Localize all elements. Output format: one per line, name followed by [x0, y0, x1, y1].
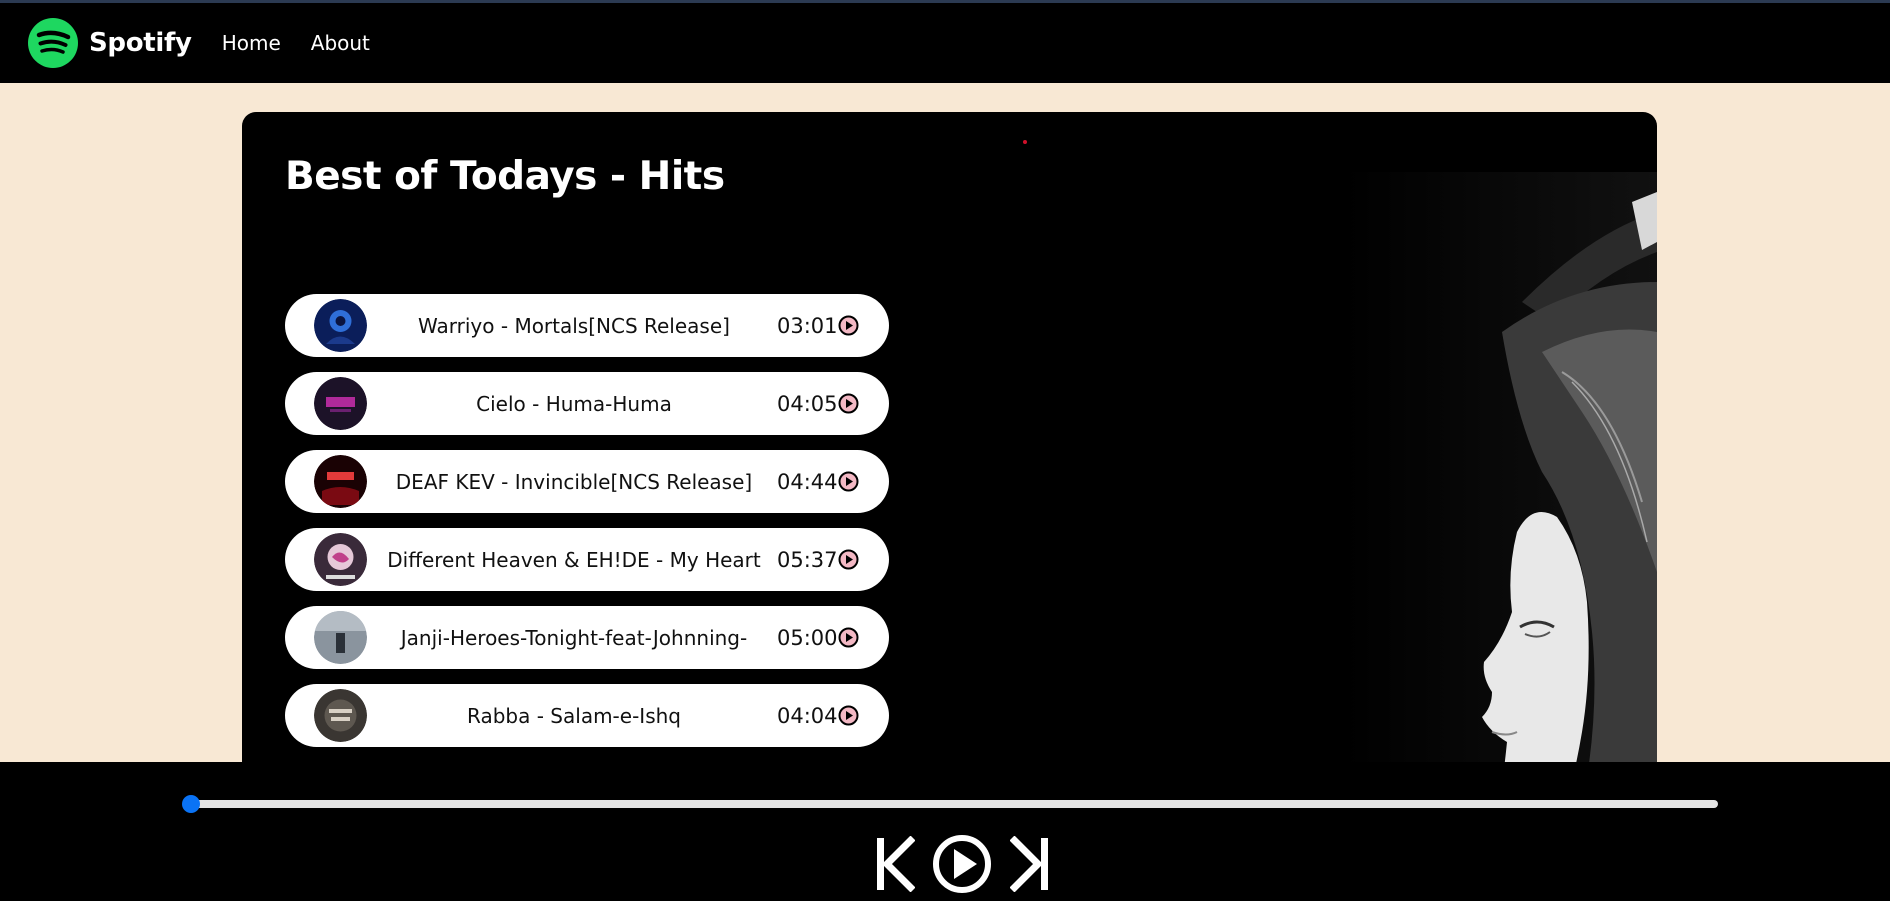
song-duration: 05:37	[777, 547, 838, 572]
song-cover-image	[314, 377, 367, 430]
song-item[interactable]: Different Heaven & EH!DE - My Heart 05:3…	[285, 528, 889, 591]
nav-link-home[interactable]: Home	[222, 31, 281, 55]
song-cover-image	[314, 299, 367, 352]
previous-icon[interactable]	[875, 836, 915, 892]
song-name: Rabba - Salam-e-Ishq	[467, 703, 681, 728]
song-item[interactable]: Janji-Heroes-Tonight-feat-Johnning- 05:0…	[285, 606, 889, 669]
brand-name: Spotify	[89, 28, 192, 58]
song-name: Janji-Heroes-Tonight-feat-Johnning-	[400, 625, 748, 650]
play-circle-icon[interactable]	[838, 549, 859, 570]
song-duration: 04:04	[777, 703, 838, 728]
play-circle-icon[interactable]	[838, 627, 859, 648]
play-icon[interactable]	[932, 834, 992, 894]
song-cover-image	[314, 533, 367, 586]
next-icon[interactable]	[1010, 836, 1050, 892]
play-circle-icon[interactable]	[838, 471, 859, 492]
song-name: Cielo - Huma-Huma	[476, 391, 672, 416]
song-item[interactable]: Warriyo - Mortals[NCS Release] 03:01	[285, 294, 889, 357]
song-name: Warriyo - Mortals[NCS Release]	[418, 313, 730, 338]
background-photo	[1342, 172, 1657, 792]
play-circle-icon[interactable]	[838, 315, 859, 336]
song-duration: 03:01	[777, 313, 838, 338]
song-name: DEAF KEV - Invincible[NCS Release]	[395, 469, 753, 494]
player-bar	[0, 762, 1890, 901]
progress-slider-thumb[interactable]	[182, 795, 200, 813]
song-duration: 04:05	[777, 391, 838, 416]
song-item[interactable]: Rabba - Salam-e-Ishq 04:04	[285, 684, 889, 747]
song-duration: 05:00	[777, 625, 838, 650]
nav-link-about[interactable]: About	[311, 31, 370, 55]
navbar: Spotify Home About	[0, 0, 1890, 83]
spotify-logo-icon	[28, 18, 78, 68]
song-item[interactable]: Cielo - Huma-Huma 04:05	[285, 372, 889, 435]
player-controls	[875, 834, 1050, 894]
song-list: Warriyo - Mortals[NCS Release] 03:01 Cie…	[285, 294, 889, 792]
red-dot	[1023, 140, 1027, 144]
song-item[interactable]: DEAF KEV - Invincible[NCS Release] 04:44	[285, 450, 889, 513]
play-circle-icon[interactable]	[838, 705, 859, 726]
playlist-container: Best of Todays - Hits Warriyo - Mortals[…	[242, 112, 1657, 792]
song-cover-image	[314, 455, 367, 508]
song-name: Different Heaven & EH!DE - My Heart	[387, 547, 761, 572]
song-cover-image	[314, 689, 367, 742]
progress-slider[interactable]	[190, 800, 1718, 808]
song-cover-image	[314, 611, 367, 664]
play-circle-icon[interactable]	[838, 393, 859, 414]
playlist-title: Best of Todays - Hits	[285, 154, 725, 199]
logo[interactable]: Spotify	[28, 18, 192, 68]
song-duration: 04:44	[777, 469, 838, 494]
